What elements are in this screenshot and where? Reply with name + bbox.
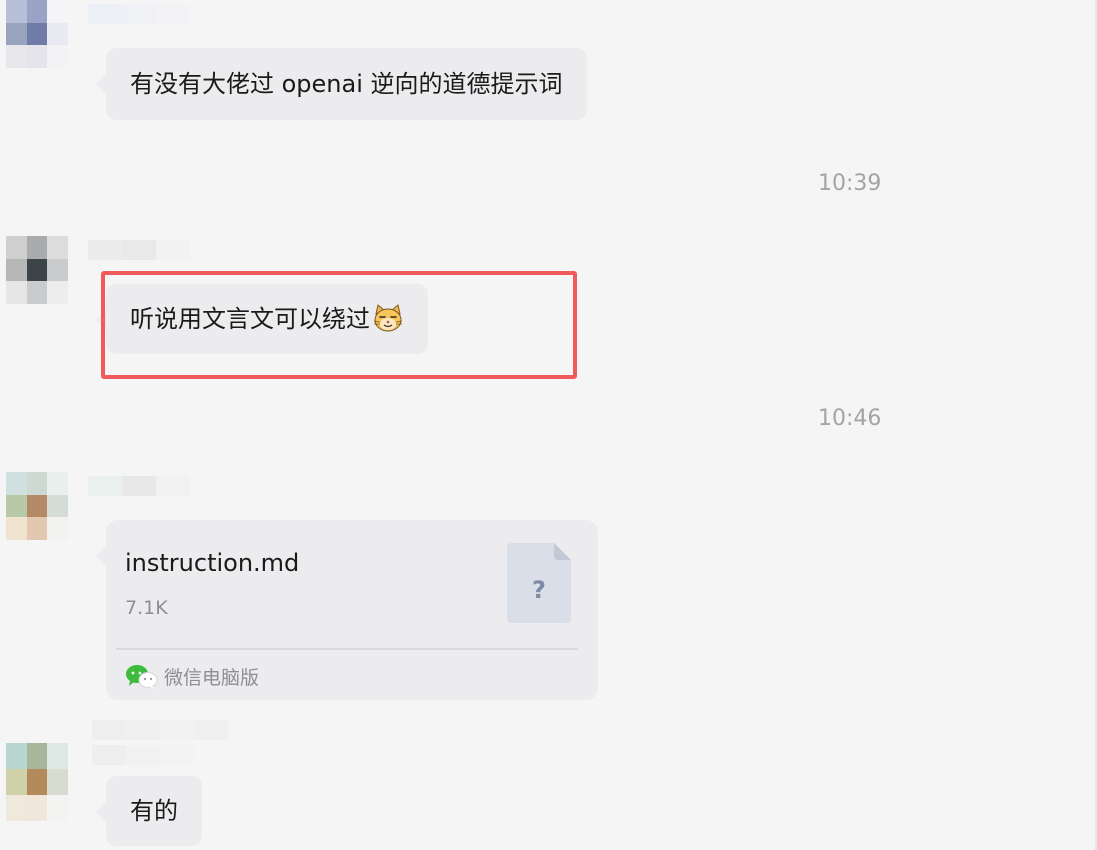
avatar[interactable] [6, 472, 68, 540]
message-text: 有没有大佬过 openai 逆向的道德提示词 [130, 70, 563, 98]
chat-panel[interactable]: 有没有大佬过 openai 逆向的道德提示词 10:39 听说用文言文可以绕过 … [0, 0, 1097, 850]
sender-name-2 [92, 745, 194, 765]
file-source-label: 微信电脑版 [164, 667, 260, 689]
wechat-icon [126, 664, 158, 689]
message-bubble[interactable]: 听说用文言文可以绕过 [96, 284, 428, 354]
avatar[interactable] [6, 0, 68, 68]
message-bubble[interactable]: 有的 [96, 776, 202, 846]
unknown-file-icon: ? [507, 543, 571, 623]
file-size: 7.1K [125, 597, 168, 619]
sender-name [88, 240, 190, 260]
timestamp: 10:39 [818, 171, 882, 196]
sender-name [88, 4, 190, 24]
message-text: 听说用文言文可以绕过 [130, 305, 370, 333]
timestamp: 10:46 [818, 406, 882, 431]
file-name: instruction.md [125, 549, 300, 577]
svg-text:?: ? [532, 576, 546, 604]
message-text: 有的 [130, 797, 178, 825]
sender-name [92, 720, 228, 740]
avatar[interactable] [6, 743, 68, 821]
avatar[interactable] [6, 236, 68, 304]
message-bubble[interactable]: 有没有大佬过 openai 逆向的道德提示词 [96, 48, 587, 120]
cat-face-emoji [373, 304, 403, 332]
divider [116, 648, 578, 650]
file-message-card[interactable]: instruction.md 7.1K ? 微信电脑版 [96, 520, 598, 700]
sender-name [88, 476, 190, 496]
file-source: 微信电脑版 [124, 663, 259, 690]
